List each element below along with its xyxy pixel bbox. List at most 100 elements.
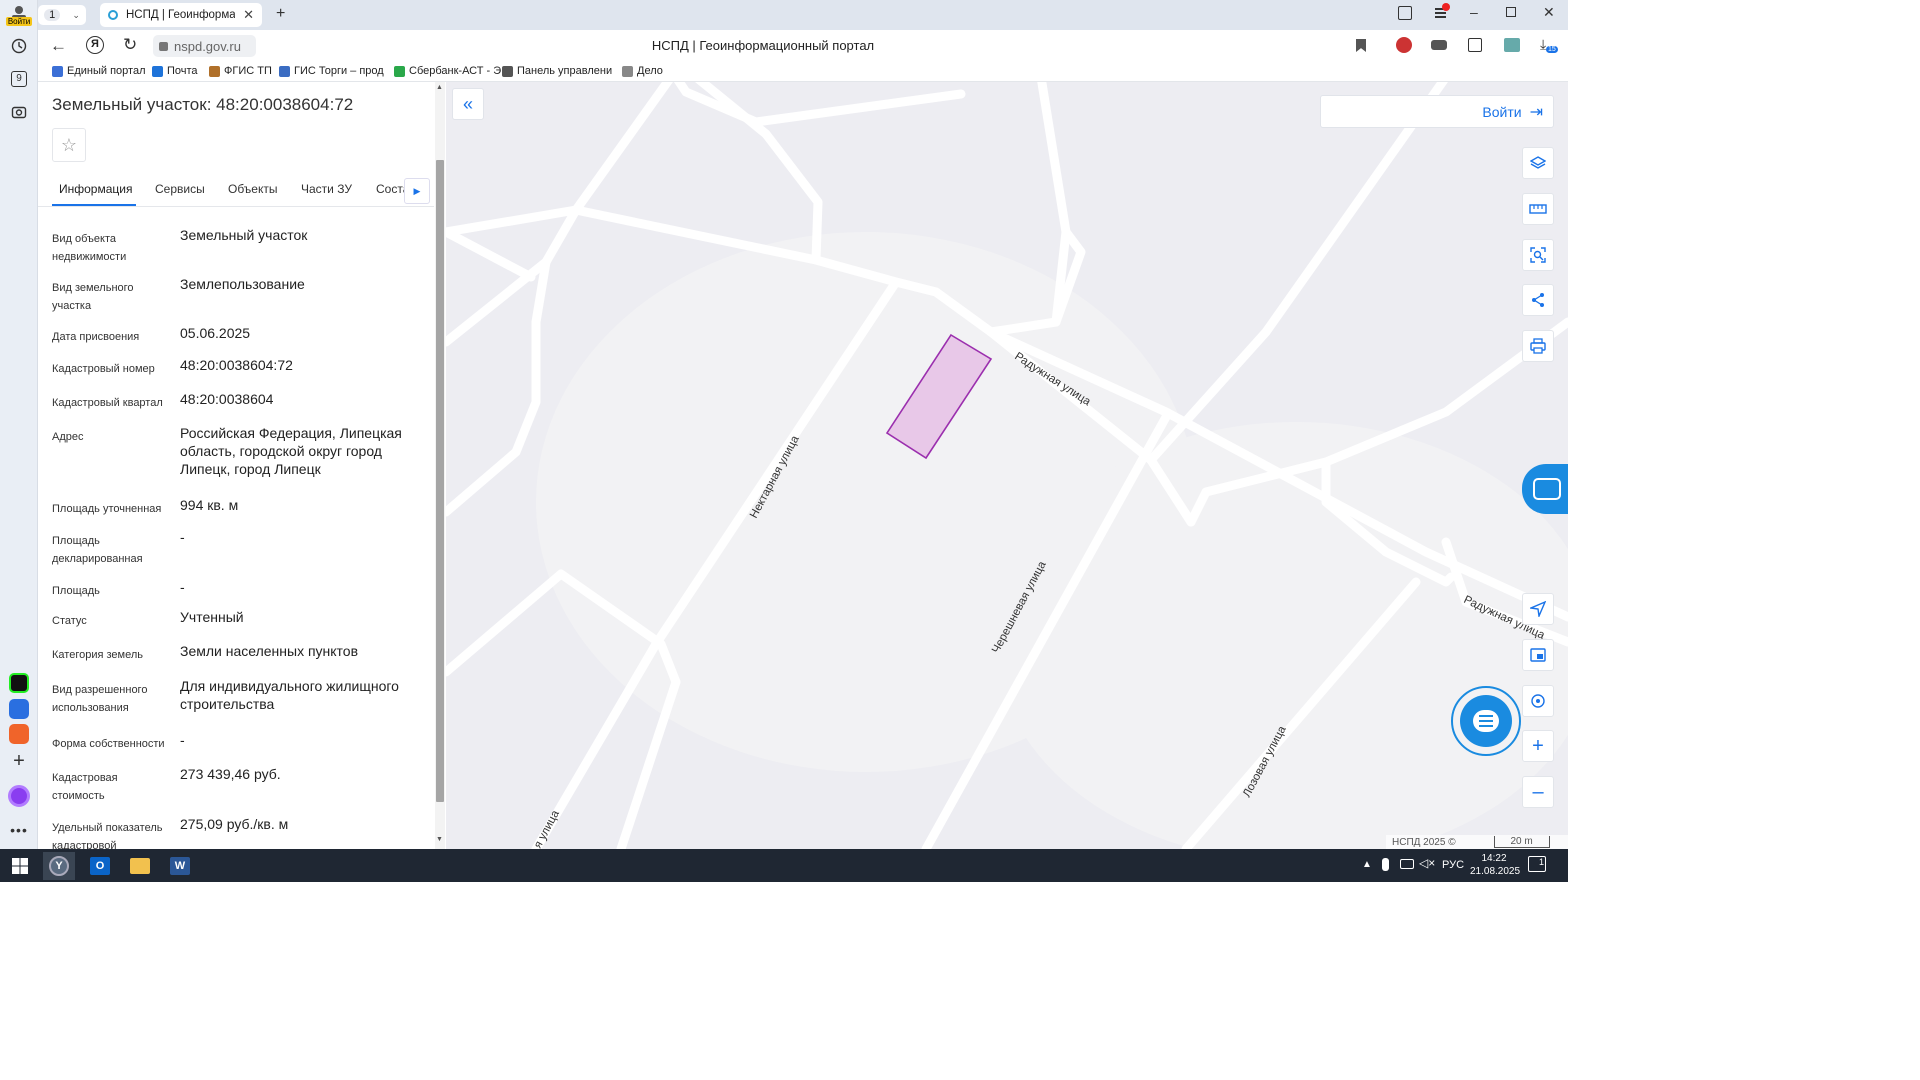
- feedback-button[interactable]: [1522, 464, 1568, 514]
- star-icon: ☆: [60, 134, 78, 155]
- more-icon[interactable]: •••: [7, 818, 31, 842]
- menu-icon[interactable]: [1435, 3, 1451, 20]
- yandex-browser-icon: Y: [49, 856, 69, 876]
- profile-button[interactable]: Войти: [5, 2, 33, 28]
- history-icon[interactable]: [7, 34, 31, 58]
- bookmark-item[interactable]: Единый портал: [52, 65, 145, 77]
- double-chevron-left-icon: «: [462, 93, 473, 114]
- scrollbar-thumb[interactable]: [436, 160, 444, 802]
- scroll-down-icon[interactable]: ▼: [436, 836, 443, 843]
- new-tab-button[interactable]: +: [276, 5, 285, 23]
- tab-counter-button[interactable]: 9: [7, 67, 31, 91]
- area-search-button[interactable]: [1522, 239, 1554, 271]
- panel-tab[interactable]: Объекты: [228, 182, 278, 196]
- windows-start-button[interactable]: [4, 852, 36, 880]
- bookmark-favicon-icon: [152, 65, 163, 77]
- attribute-label: Кадастровый квартал: [52, 397, 163, 409]
- attribute-value: Российская Федерация, Липецкая область, …: [180, 425, 402, 477]
- share-button[interactable]: [1522, 284, 1554, 316]
- taskbar-yandex-browser[interactable]: Y: [43, 852, 75, 880]
- windows-logo-icon: [12, 858, 28, 874]
- zoom-in-button[interactable]: +: [1522, 730, 1554, 762]
- attribute-label: Кадастровая стоимость: [52, 772, 118, 802]
- extensions-icon[interactable]: [1468, 38, 1482, 52]
- map-canvas[interactable]: Радужная улица Радужная улица Нектарная …: [446, 82, 1568, 849]
- print-button[interactable]: [1522, 330, 1554, 362]
- tray-expand-icon[interactable]: ▲: [1362, 859, 1372, 870]
- attribute-label: Площадь уточненная: [52, 503, 162, 515]
- minimap-button[interactable]: [1522, 639, 1554, 671]
- attribute-value: 273 439,46 руб.: [180, 766, 281, 782]
- panel-tab[interactable]: Части ЗУ: [301, 182, 352, 196]
- active-tab[interactable]: НСПД | Геоинформационный портал ✕: [100, 3, 262, 27]
- collections-icon[interactable]: [1398, 6, 1412, 20]
- mail-app-icon[interactable]: [7, 722, 31, 746]
- attribute-value: Учтенный: [180, 609, 244, 625]
- login-button[interactable]: Войти ⇥: [1320, 95, 1554, 128]
- locate-button[interactable]: [1522, 685, 1554, 717]
- tab-strip: 1 ⌄ НСПД | Геоинформационный портал ✕ + …: [38, 0, 1568, 30]
- alice-assistant-icon[interactable]: [7, 784, 31, 808]
- language-indicator[interactable]: РУС: [1442, 859, 1464, 871]
- close-window-button[interactable]: ✕: [1543, 4, 1555, 21]
- locate-icon: [1531, 694, 1545, 708]
- restore-button[interactable]: [1506, 7, 1516, 17]
- extension-icon[interactable]: [1396, 37, 1412, 53]
- panel-scrollbar[interactable]: ▲ ▼: [435, 82, 445, 849]
- bookmark-label: Сбербанк-АСТ - Э: [409, 65, 502, 77]
- messenger-app-icon[interactable]: [7, 697, 31, 721]
- measure-button[interactable]: [1522, 193, 1554, 225]
- bookmark-item[interactable]: Почта: [152, 65, 198, 77]
- login-icon: ⇥: [1529, 103, 1543, 121]
- clock[interactable]: 14:22 21.08.2025: [1470, 852, 1521, 878]
- scroll-up-icon[interactable]: ▲: [436, 84, 443, 91]
- bookmarks-bar: Единый портал Почта ФГИС ТП ГИС Торги – про…: [38, 62, 1568, 82]
- add-app-icon[interactable]: +: [7, 749, 31, 773]
- image-extension-icon[interactable]: [1504, 38, 1520, 52]
- close-tab-icon[interactable]: ✕: [243, 7, 254, 23]
- layers-button[interactable]: [1522, 147, 1554, 179]
- alice-app-icon[interactable]: [7, 671, 31, 695]
- ruler-icon: [1529, 204, 1547, 214]
- map-attribution-bar: НСПД 2025 © 20 m: [1386, 835, 1568, 849]
- volume-muted-icon[interactable]: ◁×: [1419, 856, 1435, 870]
- scale-label: 20 m: [1510, 836, 1533, 847]
- panel-tab[interactable]: Сервисы: [155, 182, 205, 196]
- tab-count: 1: [44, 9, 61, 21]
- browser-sidebar: Войти 9 + •••: [0, 0, 38, 849]
- screenshot-icon[interactable]: [7, 100, 31, 124]
- minimize-button[interactable]: –: [1470, 4, 1478, 20]
- attribute-label: Кадастровый номер: [52, 363, 155, 375]
- attribute-value: 275,09 руб./кв. м: [180, 816, 289, 832]
- bookmark-label: Почта: [167, 65, 198, 77]
- attribute-value: -: [180, 579, 185, 595]
- bookmark-label: Панель управлени: [517, 65, 613, 77]
- taskbar-explorer[interactable]: [124, 852, 156, 880]
- bookmark-item[interactable]: Панель управлени: [502, 65, 612, 77]
- attribute-value: -: [180, 529, 185, 545]
- taskbar-outlook[interactable]: O: [84, 852, 116, 880]
- microphone-icon[interactable]: [1382, 858, 1389, 871]
- downloads-badge: 15: [1546, 46, 1558, 53]
- network-icon[interactable]: [1400, 859, 1414, 869]
- collapse-panel-button[interactable]: «: [452, 88, 484, 120]
- clock-date: 21.08.2025: [1470, 866, 1521, 877]
- bookmark-favicon-icon: [209, 65, 220, 77]
- bookmark-item[interactable]: Дело: [622, 65, 663, 77]
- geolocation-button[interactable]: [1522, 593, 1554, 625]
- zoom-out-button[interactable]: –: [1522, 776, 1554, 808]
- panel-tab[interactable]: Информация: [59, 182, 132, 196]
- notifications-button[interactable]: 1: [1528, 856, 1546, 872]
- chat-button[interactable]: [1451, 686, 1521, 756]
- taskbar-word[interactable]: W: [164, 852, 196, 880]
- tabs-next-button[interactable]: ▶: [404, 178, 430, 204]
- downloads-button[interactable]: ⤓ 15: [1540, 36, 1558, 53]
- wallet-icon[interactable]: [1431, 40, 1447, 50]
- tab-group-button[interactable]: 1 ⌄: [38, 5, 86, 25]
- bookmark-item[interactable]: Сбербанк-АСТ - Э: [394, 65, 501, 77]
- bookmark-item[interactable]: ГИС Торги – прод: [279, 65, 384, 77]
- bookmark-item[interactable]: ФГИС ТП: [209, 65, 272, 77]
- scale-bar: 20 m: [1493, 836, 1550, 848]
- map-view[interactable]: Радужная улица Радужная улица Нектарная …: [446, 82, 1568, 849]
- favorite-button[interactable]: ☆: [52, 128, 86, 162]
